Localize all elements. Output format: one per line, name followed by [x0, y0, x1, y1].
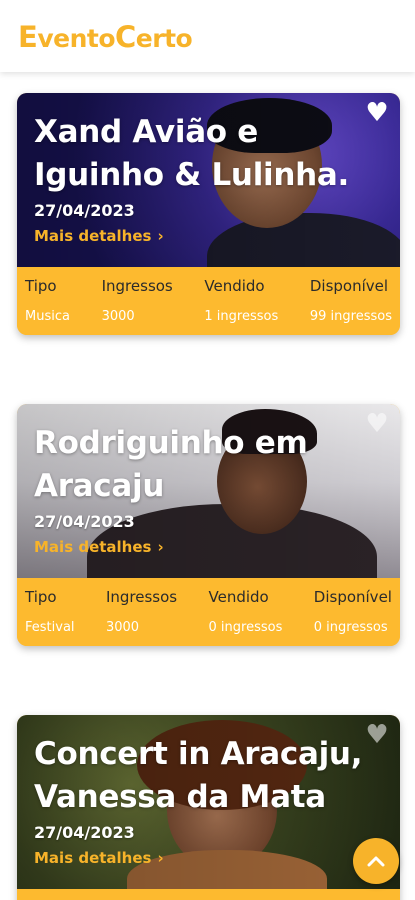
- available-label: Disponível: [309, 277, 389, 295]
- tickets-value: 3000: [101, 309, 135, 324]
- sold-value: 1 ingressos: [204, 309, 279, 324]
- event-title: Rodriguinho em Aracaju: [34, 425, 308, 504]
- event-date: 27/04/2023: [34, 201, 135, 220]
- details-link[interactable]: Mais detalhes ›: [34, 227, 164, 245]
- sold-label: Vendido: [204, 277, 265, 295]
- event-image[interactable]: ♥ Xand Avião e Iguinho & Lulinha. 27/04/…: [17, 93, 400, 267]
- event-image[interactable]: ♥ Rodriguinho em Aracaju 27/04/2023 Mais…: [17, 404, 400, 578]
- chevron-right-icon: ›: [157, 849, 164, 867]
- app-logo[interactable]: EventoCerto: [18, 20, 193, 54]
- tickets-label: Ingressos: [105, 588, 178, 606]
- type-label: Tipo: [25, 588, 57, 606]
- event-card[interactable]: ♥ Xand Avião e Iguinho & Lulinha. 27/04/…: [17, 93, 400, 335]
- event-date: 27/04/2023: [34, 512, 135, 531]
- sold-label: Vendido: [208, 588, 269, 606]
- available-value: 0 ingressos: [313, 620, 388, 635]
- event-title: Xand Avião e Iguinho & Lulinha.: [34, 114, 349, 193]
- chevron-right-icon: ›: [157, 227, 164, 245]
- event-info-bar: Tipo Festival Ingressos 3000 Vendido 0 ingr…: [17, 578, 400, 646]
- event-card[interactable]: ♥ Concert in Aracaju, Vanessa da Mata 27…: [17, 715, 400, 900]
- event-info-bar: Tipo Musica Ingressos 3000 Vendido 1 ingres…: [17, 267, 400, 335]
- event-date: 27/04/2023: [34, 823, 135, 842]
- chevron-up-icon: [367, 856, 385, 867]
- event-image[interactable]: ♥ Concert in Aracaju, Vanessa da Mata 27…: [17, 715, 400, 889]
- tickets-value: 3000: [105, 620, 140, 635]
- type-value: Musica: [25, 309, 70, 324]
- available-value: 99 ingressos: [309, 309, 392, 324]
- event-card[interactable]: ♥ Rodriguinho em Aracaju 27/04/2023 Mais…: [17, 404, 400, 646]
- sold-value: 0 ingressos: [208, 620, 283, 635]
- details-link[interactable]: Mais detalhes ›: [34, 849, 164, 867]
- details-link[interactable]: Mais detalhes ›: [34, 538, 164, 556]
- chevron-right-icon: ›: [157, 538, 164, 556]
- tickets-label: Ingressos: [101, 277, 173, 295]
- type-label: Tipo: [25, 277, 57, 295]
- scroll-top-button[interactable]: [353, 838, 399, 884]
- event-title: Concert in Aracaju, Vanessa da Mata: [34, 736, 363, 815]
- app-header: EventoCerto: [0, 0, 415, 72]
- available-label: Disponível: [313, 588, 392, 606]
- type-value: Festival: [25, 620, 75, 635]
